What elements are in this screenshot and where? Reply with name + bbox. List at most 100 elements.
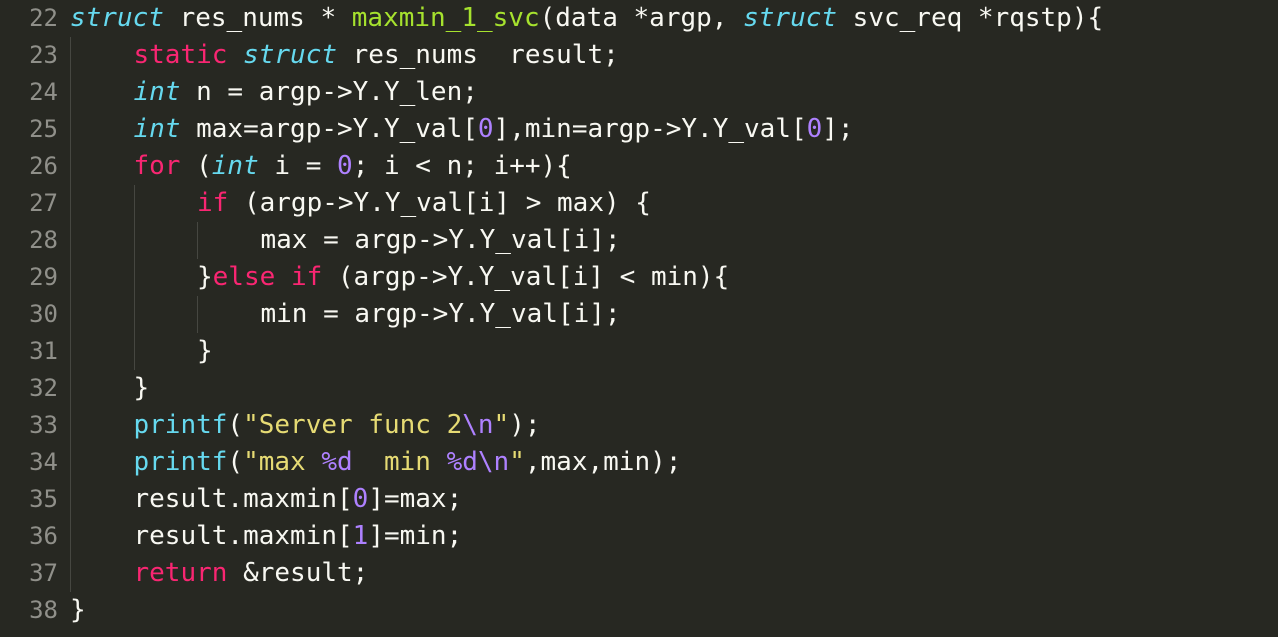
code-token: int [211,151,259,181]
code-text: for (int i = 0; i < n; i++){ [134,148,572,185]
code-token: res_nums * [163,3,352,33]
code-token: struct [743,3,838,33]
code-line[interactable]: 29}else if (argp->Y.Y_val[i] < min){ [0,259,1278,296]
code-line[interactable]: 32} [0,370,1278,407]
line-number: 29 [29,263,58,291]
code-token: max = argp->Y.Y_val[i]; [260,225,621,255]
code-token: 0 [352,484,369,514]
code-token: if [197,188,229,218]
line-number: 28 [29,226,58,254]
code-line[interactable]: 38} [0,592,1278,629]
code-text: result.maxmin[0]=max; [134,481,463,518]
code-editor[interactable]: 22 struct res_nums * maxmin_1_svc(data *a… [0,0,1278,637]
line-number: 35 [29,485,58,513]
code-token: int [133,114,181,144]
code-token: } [197,262,213,292]
code-token: %d\n [446,447,510,477]
line-number: 38 [29,596,58,624]
code-token: for [133,151,181,181]
code-line[interactable]: 24 int n = argp->Y.Y_len; [0,74,1278,111]
code-token: " [493,410,510,440]
line-number: 30 [29,300,58,328]
code-text: struct res_nums * maxmin_1_svc(data *arg… [70,0,1103,37]
code-text: } [197,333,213,370]
code-token: \n [462,410,494,440]
code-token: 0 [806,114,823,144]
code-text: result.maxmin[1]=min; [134,518,463,555]
code-token: res_nums result; [337,40,619,70]
code-token: ]=min; [368,521,463,551]
code-token: (data *argp, [539,3,744,33]
line-number: 32 [29,374,58,402]
code-token: return [133,558,228,588]
code-line[interactable]: 22 struct res_nums * maxmin_1_svc(data *a… [0,0,1278,37]
code-text: } [70,592,86,629]
line-number: 24 [29,78,58,106]
line-number: 33 [29,411,58,439]
code-line[interactable]: 36 result.maxmin[1]=min; [0,518,1278,555]
line-number: 26 [29,152,58,180]
code-token: static [133,40,228,70]
code-line[interactable]: 31} [0,333,1278,370]
code-text: int max=argp->Y.Y_val[0],min=argp->Y.Y_v… [134,111,854,148]
code-token: (argp->Y.Y_val[i] < min){ [322,262,730,292]
code-token: 0 [337,151,353,181]
code-text: int n = argp->Y.Y_len; [134,74,478,111]
code-text: static struct res_nums result; [134,37,619,74]
code-token: ); [509,410,541,440]
code-token: result.maxmin[ [133,484,353,514]
code-token: ]; [822,114,854,144]
code-token: ( [227,410,244,440]
code-token: ; i < n; i++){ [352,151,572,181]
code-line[interactable]: 25 int max=argp->Y.Y_val[0],min=argp->Y.Y… [0,111,1278,148]
code-token: (argp->Y.Y_val[i] > max) { [228,188,651,218]
code-text: return &result; [134,555,369,592]
code-token: ( [227,447,244,477]
indent-guide [70,37,71,592]
code-text: } [134,370,150,407]
code-line[interactable]: 37 return &result; [0,555,1278,592]
line-number: 25 [29,115,58,143]
code-line[interactable]: 28 max = argp->Y.Y_val[i]; [0,222,1278,259]
code-token: min [352,447,447,477]
code-token: 1 [352,521,369,551]
code-line[interactable]: 33 printf("Server func 2\n"); [0,407,1278,444]
code-token: i = [258,151,338,181]
code-line[interactable]: 34 printf("max %d min %d\n",max,min); [0,444,1278,481]
code-text: if (argp->Y.Y_val[i] > max) { [197,185,651,222]
code-token: " [509,447,525,477]
code-text: printf("max %d min %d\n",max,min); [134,444,682,481]
indent-guide [133,185,135,370]
code-token: 0 [477,114,494,144]
code-token: &result; [227,558,369,588]
code-token: maxmin_1_svc [351,3,540,33]
code-token: "Server func 2 [243,410,463,440]
code-token: printf [133,410,228,440]
line-number: 31 [29,337,58,365]
code-line[interactable]: 35 result.maxmin[0]=max; [0,481,1278,518]
code-token: svc_req *rqstp){ [837,3,1104,33]
code-line[interactable]: 26 for (int i = 0; i < n; i++){ [0,148,1278,185]
code-line[interactable]: 23 static struct res_nums result; [0,37,1278,74]
indent-guide [197,222,198,259]
code-token: ( [180,151,212,181]
code-token: ],min=argp->Y.Y_val[ [493,114,807,144]
code-token: max=argp->Y.Y_val[ [180,114,478,144]
line-number: 37 [29,559,58,587]
line-number: 34 [29,448,58,476]
code-line[interactable]: 27 if (argp->Y.Y_val[i] > max) { [0,185,1278,222]
code-line[interactable]: 30 min = argp->Y.Y_val[i]; [0,296,1278,333]
line-number: 23 [29,41,58,69]
code-token: ,max,min); [524,447,682,477]
line-number: 27 [29,189,58,217]
code-text: max = argp->Y.Y_val[i]; [261,222,621,259]
code-token: if [290,262,323,292]
code-token: } [197,336,213,366]
code-token: else [212,262,276,292]
code-token: struct [70,3,164,33]
indent-guide [197,296,198,333]
line-number: 22 [29,4,58,32]
code-token: } [70,595,86,625]
